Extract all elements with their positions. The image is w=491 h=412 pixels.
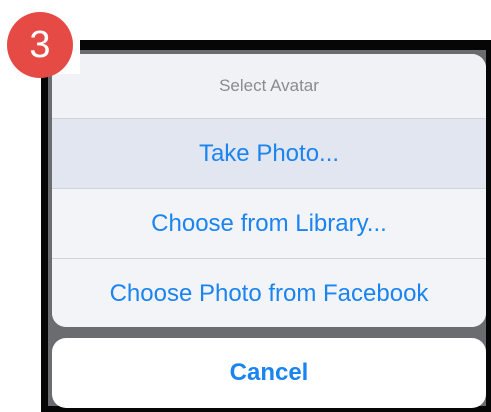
cancel-button[interactable]: Cancel [52, 338, 486, 408]
action-sheet: Select Avatar Take Photo... Choose from … [52, 54, 486, 327]
choose-photo-from-facebook-button[interactable]: Choose Photo from Facebook [52, 259, 486, 327]
take-photo-button[interactable]: Take Photo... [52, 119, 486, 189]
choose-from-library-button[interactable]: Choose from Library... [52, 189, 486, 259]
action-sheet-title: Select Avatar [52, 54, 486, 119]
step-badge: 3 [0, 12, 80, 78]
step-number: 3 [7, 12, 73, 78]
